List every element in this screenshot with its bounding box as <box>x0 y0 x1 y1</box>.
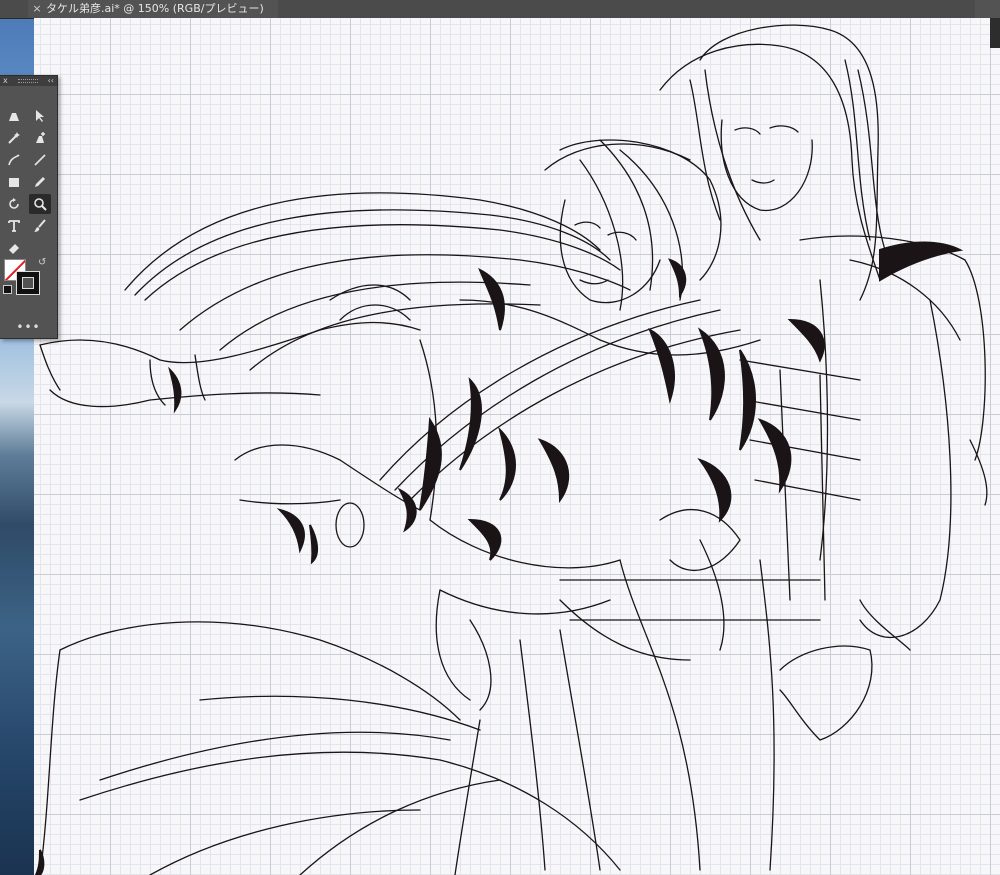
eraser-tool-icon[interactable] <box>3 238 25 258</box>
line-art-illustration <box>34 24 988 875</box>
selection-tool-icon[interactable] <box>29 106 51 126</box>
fill-stroke-swatches[interactable]: ↺ <box>3 257 46 299</box>
panel-dock-edge <box>975 0 1000 18</box>
more-tools-button[interactable]: ••• <box>0 320 57 334</box>
tools-panel: x ‹‹ ↺ ••• <box>0 75 58 339</box>
artboard-canvas[interactable] <box>34 18 1000 875</box>
stroke-black-swatch[interactable] <box>16 271 40 295</box>
right-dock-edge <box>990 18 1000 48</box>
swap-fill-stroke-icon[interactable]: ↺ <box>38 257 46 268</box>
zoom-tool-icon[interactable] <box>29 194 51 214</box>
type-tool-icon[interactable] <box>3 216 25 236</box>
tools-panel-header[interactable]: x ‹‹ <box>0 76 57 86</box>
tab-close-icon[interactable]: × <box>28 0 46 18</box>
rotate-tool-icon[interactable] <box>3 194 25 214</box>
pencil-tool-icon[interactable] <box>29 172 51 192</box>
panel-grip[interactable] <box>17 79 38 83</box>
rectangle-tool-icon[interactable] <box>3 172 25 192</box>
curvature-tool-icon[interactable] <box>3 150 25 170</box>
default-fill-stroke-icon[interactable] <box>3 285 12 294</box>
document-tab-bar: × タケル弟彦.ai* @ 150% (RGB/プレビュー) <box>0 0 1000 19</box>
add-anchor-point-tool-icon[interactable] <box>29 128 51 148</box>
magic-wand-tool-icon[interactable] <box>3 128 25 148</box>
line-segment-tool-icon[interactable] <box>29 150 51 170</box>
document-title: タケル弟彦.ai* @ 150% (RGB/プレビュー) <box>46 2 264 15</box>
document-tab[interactable]: × タケル弟彦.ai* @ 150% (RGB/プレビュー) <box>28 0 278 18</box>
pen-tool-icon[interactable] <box>3 106 25 126</box>
paintbrush-tool-icon[interactable] <box>29 216 51 236</box>
panel-close-icon[interactable]: x <box>3 76 8 86</box>
panel-expand-icon[interactable]: ‹‹ <box>48 76 54 86</box>
